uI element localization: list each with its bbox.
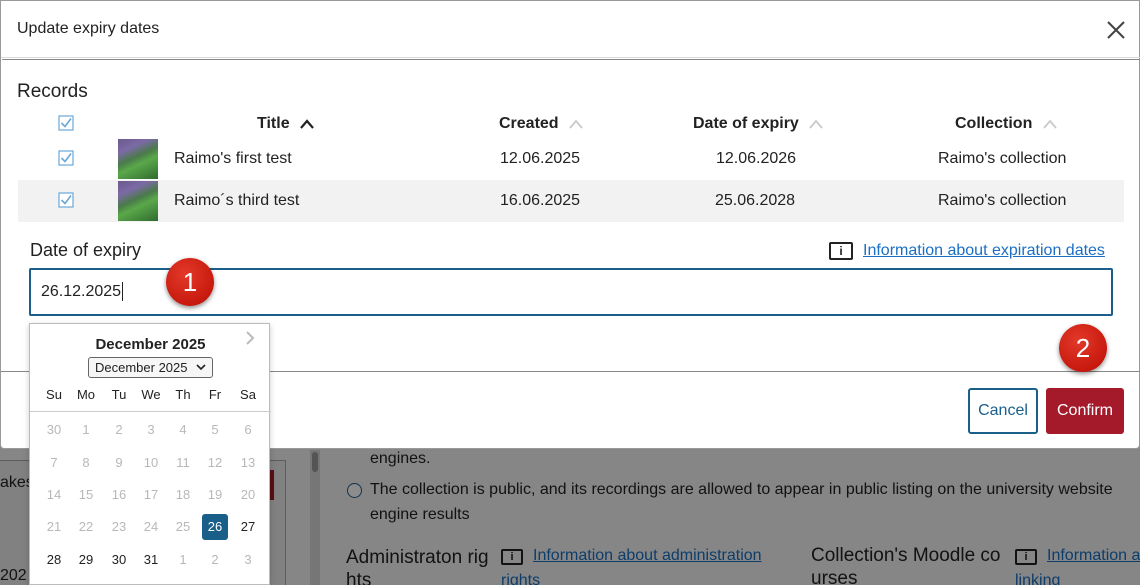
chevron-down-icon bbox=[196, 364, 206, 371]
records-heading: Records bbox=[17, 81, 88, 102]
calendar-day[interactable]: 25 bbox=[170, 514, 196, 540]
recording-thumbnail bbox=[118, 139, 158, 179]
calendar-day[interactable]: 11 bbox=[170, 450, 196, 476]
modal-header: Update expiry dates bbox=[1, 1, 1140, 58]
calendar-day[interactable]: 29 bbox=[73, 547, 99, 573]
weekday-label: Fr bbox=[208, 387, 222, 402]
weekday-label: Su bbox=[46, 387, 62, 402]
calendar-day[interactable]: 1 bbox=[73, 417, 99, 443]
column-expiry-label: Date of expiry bbox=[693, 115, 799, 132]
weekday-label: Mo bbox=[76, 387, 96, 402]
calendar-day[interactable]: 20 bbox=[235, 482, 261, 508]
text-caret bbox=[122, 282, 124, 302]
calendar-day[interactable]: 30 bbox=[41, 417, 67, 443]
month-select-value: December 2025 bbox=[95, 360, 188, 375]
calendar-day[interactable]: 9 bbox=[106, 450, 132, 476]
row-title: Raimo´s third test bbox=[174, 192, 300, 209]
recording-thumbnail bbox=[118, 181, 158, 221]
row-title: Raimo's first test bbox=[174, 150, 292, 167]
select-all-checkbox[interactable] bbox=[58, 115, 74, 131]
calendar-day[interactable]: 10 bbox=[138, 450, 164, 476]
calendar-day[interactable]: 16 bbox=[106, 482, 132, 508]
sort-icon bbox=[569, 119, 583, 129]
expiration-info: i Information about expiration dates bbox=[829, 242, 1105, 260]
datepicker-title: December 2025 bbox=[95, 336, 206, 353]
month-select[interactable]: December 2025 bbox=[88, 357, 213, 378]
calendar-day[interactable]: 23 bbox=[106, 514, 132, 540]
calendar-day[interactable]: 6 bbox=[235, 417, 261, 443]
date-input-value: 26.12.2025 bbox=[41, 283, 122, 300]
column-title-label: Title bbox=[257, 115, 290, 132]
expiration-info-link[interactable]: Information about expiration dates bbox=[863, 242, 1105, 260]
calendar-day[interactable]: 17 bbox=[138, 482, 164, 508]
calendar-day[interactable]: 14 bbox=[41, 482, 67, 508]
step-badge-2: 2 bbox=[1059, 324, 1107, 372]
row-checkbox[interactable] bbox=[58, 150, 74, 166]
calendar-day[interactable]: 3 bbox=[138, 417, 164, 443]
weekday-label: We bbox=[141, 387, 161, 402]
calendar-day[interactable]: 15 bbox=[73, 482, 99, 508]
calendar-day[interactable]: 2 bbox=[106, 417, 132, 443]
weekday-label: Th bbox=[175, 387, 191, 402]
column-expiry-header[interactable]: Date of expiry bbox=[693, 115, 824, 133]
calendar-day[interactable]: 12 bbox=[202, 450, 228, 476]
step-badge-1: 1 bbox=[166, 258, 214, 306]
next-month-chevron-icon[interactable] bbox=[242, 330, 258, 346]
calendar-day[interactable]: 21 bbox=[41, 514, 67, 540]
calendar-day[interactable]: 1 bbox=[170, 547, 196, 573]
row-checkbox[interactable] bbox=[58, 192, 74, 208]
close-icon bbox=[1107, 21, 1125, 39]
calendar-day[interactable]: 2 bbox=[202, 547, 228, 573]
calendar-day[interactable]: 22 bbox=[73, 514, 99, 540]
calendar-day[interactable]: 5 bbox=[202, 417, 228, 443]
cancel-button[interactable]: Cancel bbox=[968, 388, 1038, 434]
weekday-label: Tu bbox=[111, 387, 127, 402]
column-collection-header[interactable]: Collection bbox=[955, 115, 1057, 133]
calendar-day[interactable]: 4 bbox=[170, 417, 196, 443]
calendar-day[interactable]: 3 bbox=[235, 547, 261, 573]
row-collection: Raimo's collection bbox=[938, 150, 1067, 167]
row-created: 16.06.2025 bbox=[500, 192, 581, 209]
row-expiry: 12.06.2026 bbox=[716, 150, 797, 167]
calendar-day[interactable]: 31 bbox=[138, 547, 164, 573]
date-of-expiry-label: Date of expiry bbox=[30, 240, 142, 260]
calendar-day-selected[interactable]: 26 bbox=[202, 514, 228, 540]
calendar-day[interactable]: 27 bbox=[235, 514, 261, 540]
calendar-day[interactable]: 28 bbox=[41, 547, 67, 573]
calendar-day[interactable]: 8 bbox=[73, 450, 99, 476]
column-created-label: Created bbox=[499, 115, 559, 132]
weekday-label: Sa bbox=[240, 387, 256, 402]
datepicker: December 2025 December 2025 Su Mo Tu We Th Fr… bbox=[29, 323, 271, 585]
calendar-day[interactable]: 7 bbox=[41, 450, 67, 476]
sort-asc-icon bbox=[300, 119, 314, 129]
column-title-header[interactable]: Title bbox=[257, 115, 314, 133]
column-collection-label: Collection bbox=[955, 115, 1033, 132]
calendar-day[interactable]: 24 bbox=[138, 514, 164, 540]
close-button[interactable] bbox=[1101, 15, 1131, 45]
row-expiry: 25.06.2028 bbox=[715, 192, 796, 209]
column-created-header[interactable]: Created bbox=[499, 115, 583, 133]
calendar-day[interactable]: 13 bbox=[235, 450, 261, 476]
calendar-day[interactable]: 18 bbox=[170, 482, 196, 508]
calendar-day[interactable]: 19 bbox=[202, 482, 228, 508]
info-icon: i bbox=[829, 242, 853, 260]
calendar-day[interactable]: 30 bbox=[106, 547, 132, 573]
sort-icon bbox=[1043, 119, 1057, 129]
confirm-button[interactable]: Confirm bbox=[1046, 388, 1124, 434]
row-collection: Raimo's collection bbox=[938, 192, 1067, 209]
sort-icon bbox=[809, 119, 824, 129]
modal-title: Update expiry dates bbox=[17, 20, 160, 37]
row-created: 12.06.2025 bbox=[500, 150, 581, 167]
